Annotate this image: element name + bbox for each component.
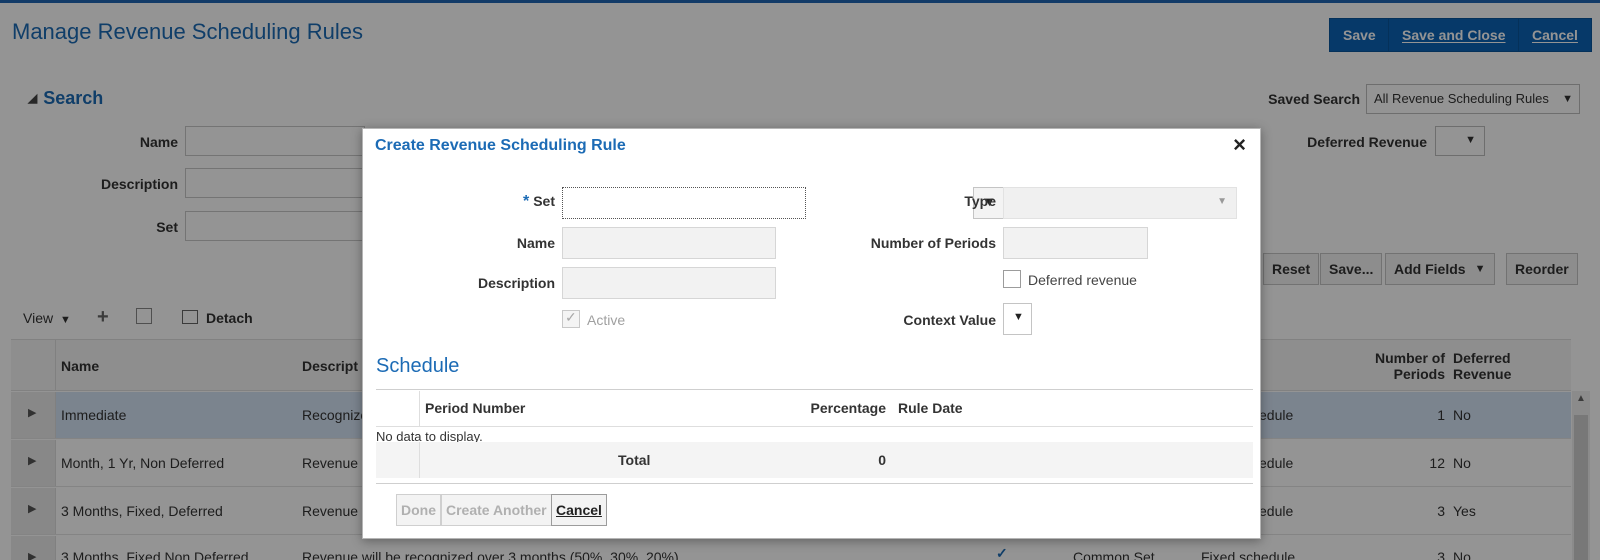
close-icon[interactable]: × <box>1233 134 1246 156</box>
context-value-label: Context Value <box>903 312 996 328</box>
set-label-text: Set <box>533 193 555 209</box>
dropdown-arrow-icon: ▼ <box>1217 196 1227 207</box>
dialog-footer-divider <box>376 483 1253 484</box>
description-label: Description <box>477 275 555 291</box>
active-checkbox[interactable]: ✓ <box>562 309 580 328</box>
col-percentage[interactable]: Percentage <box>776 400 886 416</box>
schedule-table-header: Period Number Percentage Rule Date <box>376 391 1253 427</box>
name-label: Name <box>516 235 555 251</box>
required-indicator: * <box>522 193 530 210</box>
schedule-header-spacer <box>376 391 420 427</box>
dialog-title: Create Revenue Scheduling Rule <box>375 137 626 154</box>
schedule-header: Schedule <box>376 355 460 377</box>
dialog-cancel-button[interactable]: Cancel <box>551 494 607 526</box>
schedule-total-row: Total 0 <box>376 442 1253 478</box>
schedule-divider <box>376 389 1253 390</box>
total-value: 0 <box>878 452 886 468</box>
name-input[interactable] <box>562 227 776 259</box>
type-label: Type <box>964 193 996 209</box>
deferred-revenue-label: Deferred revenue <box>1028 272 1137 288</box>
set-input[interactable]: ▼ <box>562 187 1006 219</box>
checkmark-icon: ✓ <box>565 309 577 325</box>
number-of-periods-input[interactable] <box>1003 227 1148 259</box>
total-label: Total <box>618 452 651 468</box>
create-another-button[interactable]: Create Another <box>441 494 552 526</box>
type-select[interactable]: ▼ <box>1003 187 1237 219</box>
create-rule-dialog: Create Revenue Scheduling Rule × * Set ▼ … <box>362 128 1261 539</box>
context-value-select[interactable]: ▼ <box>1003 303 1032 335</box>
set-label: * Set <box>423 193 555 211</box>
total-row-spacer <box>376 442 420 478</box>
col-rule-date[interactable]: Rule Date <box>898 400 963 416</box>
deferred-revenue-checkbox[interactable] <box>1003 270 1021 288</box>
dialog-cancel-label: Cancel <box>556 502 602 518</box>
col-period-number[interactable]: Period Number <box>425 400 525 416</box>
dropdown-arrow-icon: ▼ <box>1013 311 1024 323</box>
description-input[interactable] <box>562 267 776 299</box>
active-label: Active <box>587 312 626 328</box>
done-button[interactable]: Done <box>396 494 441 526</box>
number-of-periods-label: Number of Periods <box>870 235 996 251</box>
